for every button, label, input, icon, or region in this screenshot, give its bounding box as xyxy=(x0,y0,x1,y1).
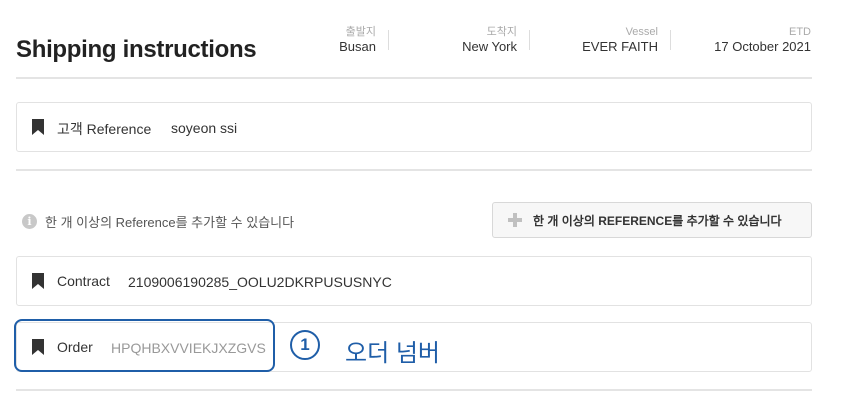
page-title: Shipping instructions xyxy=(16,36,257,63)
departure-label: 출발지 xyxy=(345,26,376,38)
vessel-value: EVER FAITH xyxy=(582,39,658,54)
vessel-label: Vessel xyxy=(625,26,658,38)
info-message: i 한 개 이상의 Reference를 추가할 수 있습니다 xyxy=(22,212,294,231)
step-number-badge: 1 xyxy=(290,330,320,360)
add-reference-button[interactable]: 한 개 이상의 REFERENCE를 추가할 수 있습니다 xyxy=(492,202,812,238)
customer-reference-field[interactable]: 고객 Reference soyeon ssi xyxy=(16,102,812,152)
arrival-label: 도착지 xyxy=(486,26,517,38)
divider xyxy=(670,30,671,50)
departure-info: 출발지 Busan xyxy=(339,26,376,55)
order-highlight-box xyxy=(14,319,275,372)
section-divider xyxy=(16,389,812,391)
section-divider xyxy=(16,169,812,171)
step-annotation-text: 오더 넘버 xyxy=(345,340,440,367)
departure-value: Busan xyxy=(339,39,376,54)
etd-label: ETD xyxy=(789,26,811,38)
etd-value: 17 October 2021 xyxy=(714,39,811,54)
bookmark-icon xyxy=(32,119,44,135)
vessel-info: Vessel EVER FAITH xyxy=(582,26,658,55)
customer-reference-value: soyeon ssi xyxy=(171,120,238,136)
etd-info: ETD 17 October 2021 xyxy=(714,26,811,55)
divider xyxy=(388,30,389,50)
bookmark-icon xyxy=(32,273,44,289)
info-icon: i xyxy=(22,214,37,229)
contract-label: Contract xyxy=(57,273,110,289)
arrival-info: 도착지 New York xyxy=(462,26,517,55)
arrival-value: New York xyxy=(462,39,517,54)
add-reference-button-label: 한 개 이상의 REFERENCE를 추가할 수 있습니다 xyxy=(533,213,782,228)
divider xyxy=(529,30,530,50)
info-text: 한 개 이상의 Reference를 추가할 수 있습니다 xyxy=(45,215,295,230)
customer-reference-label: 고객 Reference xyxy=(57,121,152,137)
section-divider xyxy=(16,77,812,79)
contract-value: 2109006190285_OOLU2DKRPUSUSNYC xyxy=(128,274,392,290)
contract-field[interactable]: Contract 2109006190285_OOLU2DKRPUSUSNYC xyxy=(16,256,812,306)
plus-icon xyxy=(508,213,522,227)
